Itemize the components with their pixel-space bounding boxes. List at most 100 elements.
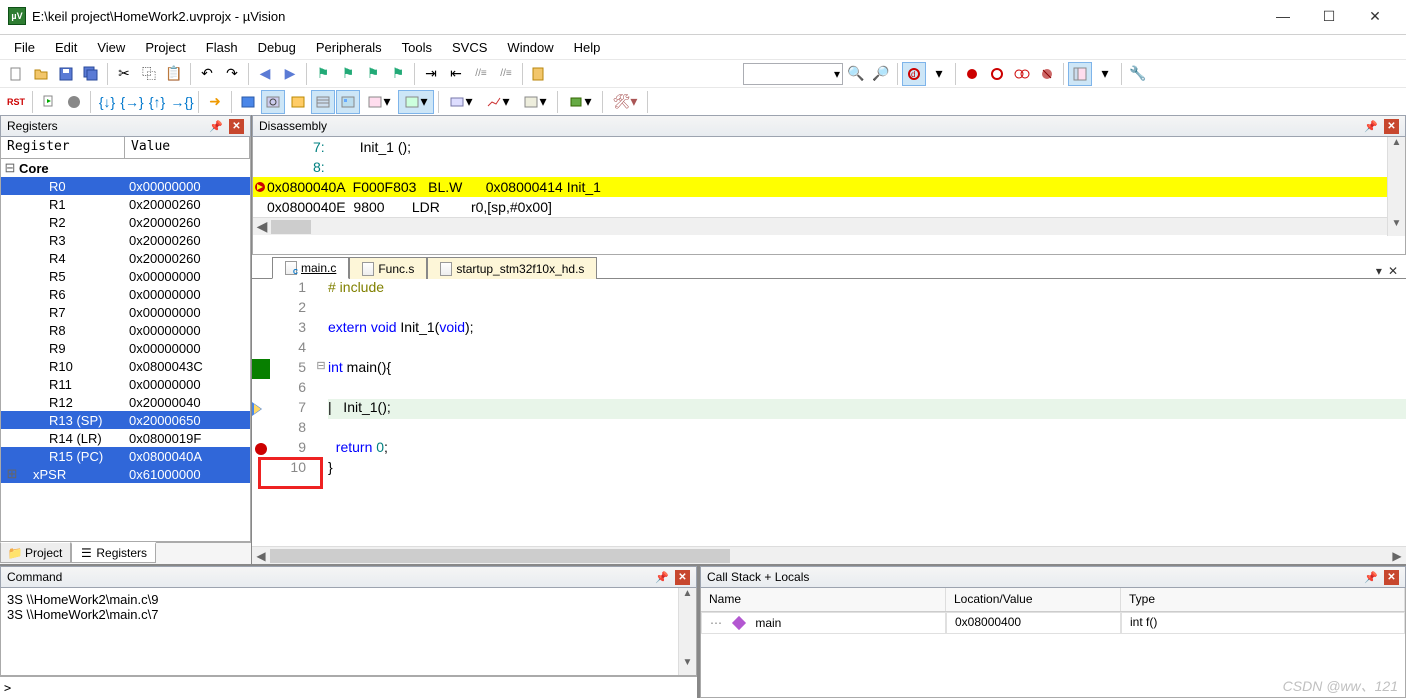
reg-col-register[interactable]: Register: [1, 137, 125, 158]
menu-peripherals[interactable]: Peripherals: [306, 36, 392, 59]
save-icon[interactable]: [54, 62, 78, 86]
window-layout-icon[interactable]: [1068, 62, 1092, 86]
tab-registers[interactable]: ☰Registers: [71, 542, 156, 563]
save-all-icon[interactable]: [79, 62, 103, 86]
uncomment-icon[interactable]: //≡: [494, 62, 518, 86]
reg-row-R15PC[interactable]: R15 (PC)0x0800040A: [1, 447, 250, 465]
reg-row-R0[interactable]: R00x00000000: [1, 177, 250, 195]
reg-row-R11[interactable]: R110x00000000: [1, 375, 250, 393]
reg-col-value[interactable]: Value: [125, 137, 250, 158]
reg-row-R9[interactable]: R90x00000000: [1, 339, 250, 357]
close-panel-icon[interactable]: ✕: [1384, 570, 1399, 585]
copy-icon[interactable]: ⿻: [137, 62, 161, 86]
tab-project[interactable]: 📁Project: [0, 542, 71, 563]
disassembly-body[interactable]: 7: Init_1 (); 8: 0x0800040A F000F803 BL.…: [252, 137, 1406, 255]
close-button[interactable]: ✕: [1352, 0, 1398, 32]
callstack-row[interactable]: ⋯ main 0x08000400 int f(): [701, 612, 1405, 634]
cs-col-type[interactable]: Type: [1121, 588, 1405, 611]
stop-icon[interactable]: [62, 90, 86, 114]
breakpoint-enable-icon[interactable]: [985, 62, 1009, 86]
reg-row-R6[interactable]: R60x00000000: [1, 285, 250, 303]
reg-row-R8[interactable]: R80x00000000: [1, 321, 250, 339]
reg-row-R4[interactable]: R40x20000260: [1, 249, 250, 267]
step-out-icon[interactable]: {↑}: [145, 90, 169, 114]
cs-col-location[interactable]: Location/Value: [946, 588, 1121, 611]
menu-file[interactable]: File: [4, 36, 45, 59]
run-icon[interactable]: [37, 90, 61, 114]
serial-window-icon[interactable]: ▾: [443, 90, 479, 114]
close-panel-icon[interactable]: ✕: [229, 119, 244, 134]
editor-fold-column[interactable]: ⊟: [314, 279, 328, 546]
toolbox-icon[interactable]: 🛠▾: [607, 90, 643, 114]
find-combo[interactable]: ▾: [743, 63, 843, 85]
run-to-cursor-icon[interactable]: →{}: [170, 90, 194, 114]
system-viewer-icon[interactable]: ▾: [562, 90, 598, 114]
find-in-files-icon[interactable]: [527, 62, 551, 86]
indent-icon[interactable]: ⇥: [419, 62, 443, 86]
vscrollbar[interactable]: ▲▼: [678, 588, 696, 675]
menu-tools[interactable]: Tools: [392, 36, 442, 59]
menu-project[interactable]: Project: [135, 36, 195, 59]
pin-icon[interactable]: 📌: [1360, 571, 1382, 584]
reg-row-R10[interactable]: R100x0800043C: [1, 357, 250, 375]
incremental-find-icon[interactable]: 🔎: [869, 62, 893, 86]
bookmark-clear-icon[interactable]: ⚑: [386, 62, 410, 86]
disassembly-window-icon[interactable]: [261, 90, 285, 114]
analysis-window-icon[interactable]: ▾: [480, 90, 516, 114]
symbols-window-icon[interactable]: [286, 90, 310, 114]
call-stack-window-icon[interactable]: [336, 90, 360, 114]
editor-hscrollbar[interactable]: ◀▶: [252, 546, 1406, 564]
comment-icon[interactable]: //≡: [469, 62, 493, 86]
configure-icon[interactable]: 🔧: [1126, 62, 1150, 86]
menu-flash[interactable]: Flash: [196, 36, 248, 59]
open-icon[interactable]: [29, 62, 53, 86]
reg-row-R5[interactable]: R50x00000000: [1, 267, 250, 285]
menu-debug[interactable]: Debug: [248, 36, 306, 59]
maximize-button[interactable]: ☐: [1306, 0, 1352, 32]
command-output[interactable]: 3S \\HomeWork2\main.c\9 3S \\HomeWork2\m…: [0, 588, 697, 676]
reg-row-xPSR[interactable]: ⊞xPSR0x61000000: [1, 465, 250, 483]
find-icon[interactable]: 🔍: [844, 62, 868, 86]
outdent-icon[interactable]: ⇤: [444, 62, 468, 86]
menu-view[interactable]: View: [87, 36, 135, 59]
editor-body[interactable]: 12345678910 ⊟ # includeextern void Init_…: [252, 279, 1406, 546]
step-into-icon[interactable]: {↓}: [95, 90, 119, 114]
reg-row-R7[interactable]: R70x00000000: [1, 303, 250, 321]
redo-icon[interactable]: ↷: [220, 62, 244, 86]
registers-window-icon[interactable]: [311, 90, 335, 114]
breakpoint-insert-icon[interactable]: [960, 62, 984, 86]
new-file-icon[interactable]: [4, 62, 28, 86]
paste-icon[interactable]: 📋: [162, 62, 186, 86]
minimize-button[interactable]: —: [1260, 0, 1306, 32]
reset-icon[interactable]: RST: [4, 90, 28, 114]
bookmark-icon[interactable]: ⚑: [311, 62, 335, 86]
menu-help[interactable]: Help: [564, 36, 611, 59]
tab-main-c[interactable]: main.c: [272, 257, 349, 279]
vscrollbar[interactable]: ▲▼: [1387, 137, 1405, 236]
registers-tree[interactable]: ⊟Core R00x00000000R10x20000260R20x200002…: [0, 159, 251, 542]
reg-row-R12[interactable]: R120x20000040: [1, 393, 250, 411]
menu-window[interactable]: Window: [497, 36, 563, 59]
watch-window-icon[interactable]: ▾: [361, 90, 397, 114]
editor-code[interactable]: # includeextern void Init_1(void);int ma…: [328, 279, 1406, 546]
tab-func-s[interactable]: Func.s: [349, 257, 427, 279]
command-window-icon[interactable]: [236, 90, 260, 114]
debug-start-icon[interactable]: d: [902, 62, 926, 86]
close-panel-icon[interactable]: ✕: [675, 570, 690, 585]
bookmark-next-icon[interactable]: ⚑: [361, 62, 385, 86]
bookmark-prev-icon[interactable]: ⚑: [336, 62, 360, 86]
step-over-icon[interactable]: {→}: [120, 90, 144, 114]
reg-row-R13SP[interactable]: R13 (SP)0x20000650: [1, 411, 250, 429]
cut-icon[interactable]: ✂: [112, 62, 136, 86]
reg-row-R1[interactable]: R10x20000260: [1, 195, 250, 213]
memory-window-icon[interactable]: ▾: [398, 90, 434, 114]
hscrollbar[interactable]: ◀▶: [253, 217, 1405, 235]
show-next-icon[interactable]: ➜: [203, 90, 227, 114]
nav-back-icon[interactable]: ◀: [253, 62, 277, 86]
pin-icon[interactable]: 📌: [1360, 120, 1382, 133]
undo-icon[interactable]: ↶: [195, 62, 219, 86]
breakpoint-kill-icon[interactable]: [1035, 62, 1059, 86]
reg-core-label[interactable]: Core: [19, 161, 125, 176]
tab-menu-icon[interactable]: ▾: [1376, 264, 1382, 278]
breakpoint-disable-icon[interactable]: [1010, 62, 1034, 86]
